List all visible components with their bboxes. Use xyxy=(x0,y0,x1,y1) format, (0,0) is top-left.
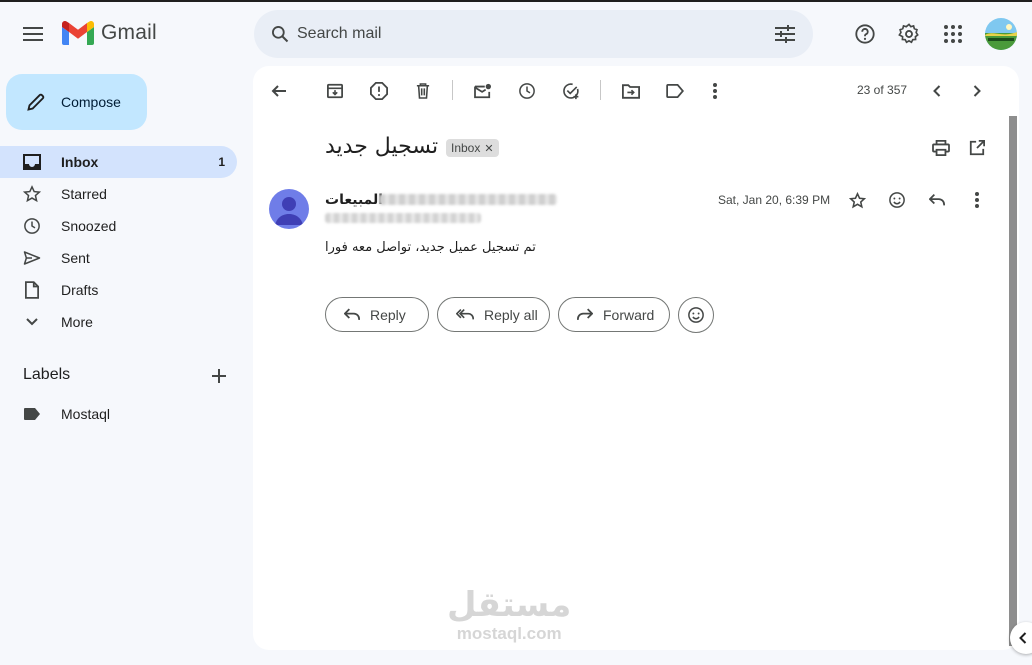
message-more-vertical-icon[interactable] xyxy=(961,184,993,216)
sender-name[interactable]: المبيعات xyxy=(325,192,383,208)
search-options-icon[interactable] xyxy=(769,18,801,50)
smiley-icon xyxy=(688,307,704,323)
search-icon[interactable] xyxy=(264,18,296,50)
sidebar-item-snoozed[interactable]: Snoozed xyxy=(0,210,237,242)
search-bar[interactable] xyxy=(254,10,813,58)
label-tag-icon[interactable] xyxy=(659,75,691,107)
reply-all-label: Reply all xyxy=(484,306,538,323)
trash-icon[interactable] xyxy=(407,75,439,107)
sidebar-item-more[interactable]: More xyxy=(0,306,237,338)
pencil-icon xyxy=(24,90,48,114)
add-to-tasks-icon[interactable] xyxy=(555,75,587,107)
inbox-label-chip: Inbox ✕ xyxy=(446,139,499,157)
chip-label: Inbox xyxy=(451,141,481,155)
sidebar-item-sent[interactable]: Sent xyxy=(0,242,237,274)
add-reaction-emoji-icon[interactable] xyxy=(881,184,913,216)
settings-gear-icon[interactable] xyxy=(890,15,928,53)
top-header: Gmail xyxy=(0,2,1032,64)
label-item-mostaql[interactable]: Mostaql xyxy=(0,398,237,430)
sidebar-item-label: Drafts xyxy=(61,282,99,298)
reply-label: Reply xyxy=(370,306,406,323)
mark-unread-icon[interactable] xyxy=(467,75,499,107)
hamburger-menu-icon xyxy=(23,27,43,41)
archive-icon[interactable] xyxy=(319,75,351,107)
sidebar-item-label: Inbox xyxy=(61,154,99,170)
draft-icon xyxy=(22,280,42,300)
message-view: 23 of 357 تسجيل جديد Inbox ✕ المبيعات Sa… xyxy=(253,66,1019,650)
message-body: تم تسجيل عميل جديد، تواصل معه فورا xyxy=(325,240,536,255)
toolbar-divider xyxy=(452,80,453,100)
unread-count-badge: 1 xyxy=(218,155,225,169)
remove-label-close-icon[interactable]: ✕ xyxy=(484,142,493,155)
reply-all-arrow-icon xyxy=(456,308,474,321)
scrollbar[interactable] xyxy=(1007,112,1019,650)
gmail-m-icon xyxy=(62,21,94,45)
scrollbar-thumb[interactable] xyxy=(1009,116,1017,646)
forward-label: Forward xyxy=(603,306,655,323)
labels-heading: Labels xyxy=(23,366,71,383)
report-spam-icon[interactable] xyxy=(363,75,395,107)
reply-button[interactable]: Reply xyxy=(325,297,429,332)
gmail-logo[interactable]: Gmail xyxy=(62,21,157,45)
sidebar-item-starred[interactable]: Starred xyxy=(0,178,237,210)
emoji-reaction-button[interactable] xyxy=(678,297,714,333)
newer-chevron-left-icon[interactable] xyxy=(921,75,953,107)
label-icon xyxy=(22,404,42,424)
help-icon[interactable] xyxy=(846,15,884,53)
sender-avatar[interactable] xyxy=(269,189,309,229)
sidebar-item-label: Sent xyxy=(61,250,90,266)
sidebar-nav: Inbox 1 Starred Snoozed Sent Drafts More xyxy=(0,146,237,338)
watermark-latin: mostaql.com xyxy=(456,624,562,643)
label-item-label: Mostaql xyxy=(61,406,111,422)
account-avatar[interactable] xyxy=(985,18,1017,50)
redacted-recipient xyxy=(325,213,481,223)
sidebar-item-label: Snoozed xyxy=(61,218,117,234)
sidebar-item-inbox[interactable]: Inbox 1 xyxy=(0,146,237,178)
compose-button[interactable]: Compose xyxy=(6,74,147,130)
redacted-sender-email xyxy=(379,194,557,205)
sidebar-item-drafts[interactable]: Drafts xyxy=(0,274,237,306)
reply-arrow-icon[interactable] xyxy=(921,184,953,216)
person-icon xyxy=(275,197,303,225)
more-vertical-icon[interactable] xyxy=(699,75,731,107)
email-subject: تسجيل جديد xyxy=(325,134,439,159)
clock-icon xyxy=(22,216,42,236)
sidebar-item-label: Starred xyxy=(61,186,107,202)
apps-grid-icon[interactable] xyxy=(934,15,972,53)
back-arrow-icon[interactable] xyxy=(263,75,295,107)
sidebar-item-label: More xyxy=(61,314,93,330)
app-title: Gmail xyxy=(101,21,157,44)
forward-arrow-icon xyxy=(577,308,593,321)
search-input[interactable] xyxy=(297,10,757,58)
reply-all-button[interactable]: Reply all xyxy=(437,297,550,332)
move-to-folder-icon[interactable] xyxy=(615,75,647,107)
forward-button[interactable]: Forward xyxy=(558,297,670,332)
toolbar-divider xyxy=(600,80,601,100)
main-menu-button[interactable] xyxy=(13,14,53,54)
message-date: Sat, Jan 20, 6:39 PM xyxy=(718,193,831,207)
watermark-arabic: مستقل xyxy=(447,585,572,625)
reply-arrow-icon xyxy=(344,308,360,321)
compose-label: Compose xyxy=(61,94,121,110)
pagination-count: 23 of 357 xyxy=(857,83,908,97)
star-icon xyxy=(22,184,42,204)
chevron-down-icon xyxy=(22,312,42,332)
send-icon xyxy=(22,248,42,268)
open-in-new-window-icon[interactable] xyxy=(961,132,993,164)
mostaql-watermark: مستقل mostaql.com xyxy=(447,588,571,644)
older-chevron-right-icon[interactable] xyxy=(961,75,993,107)
star-message-icon[interactable] xyxy=(841,184,873,216)
print-icon[interactable] xyxy=(925,132,957,164)
snooze-clock-icon[interactable] xyxy=(511,75,543,107)
inbox-icon xyxy=(22,152,42,172)
add-label-plus-icon[interactable] xyxy=(205,362,233,390)
